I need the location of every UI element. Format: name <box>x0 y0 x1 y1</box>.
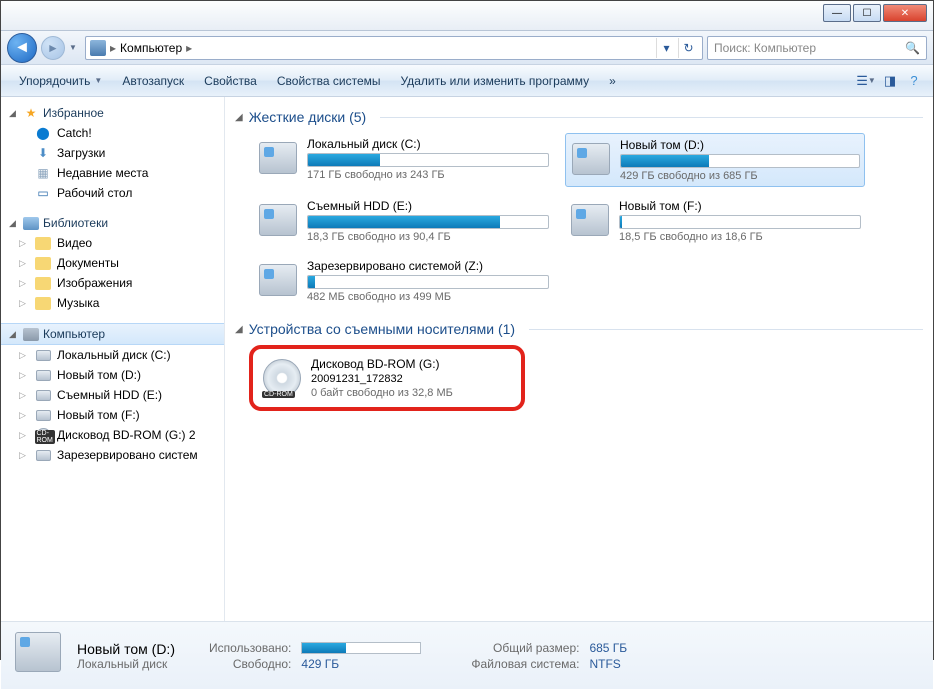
drive-icon <box>15 632 63 680</box>
toolbar-overflow[interactable]: » <box>599 70 626 92</box>
dropdown-icon[interactable]: ▾ <box>656 38 676 58</box>
drive-name: Дисковод BD-ROM (G:) <box>311 357 513 371</box>
libraries-header[interactable]: ◢Библиотеки <box>1 213 224 233</box>
favorites-header[interactable]: ◢★Избранное <box>1 103 224 123</box>
drive-name: Локальный диск (C:) <box>307 137 549 151</box>
hdd-icon <box>569 199 611 241</box>
autoplay-button[interactable]: Автозапуск <box>112 70 194 92</box>
maximize-button[interactable]: ☐ <box>853 4 881 22</box>
breadcrumb-separator: ▸ <box>110 41 116 55</box>
drive-free-space: 18,3 ГБ свободно из 90,4 ГБ <box>307 231 549 243</box>
hdd-icon <box>257 137 299 179</box>
address-bar[interactable]: ▸ Компьютер ▸ ▾ ↻ <box>85 36 703 60</box>
hdd-icon <box>570 138 612 180</box>
hdd-icon <box>257 259 299 301</box>
drive-bdrom[interactable]: Дисковод BD-ROM (G:) 20091231_172832 0 б… <box>257 353 517 403</box>
details-pane: Новый том (D:) Локальный диск Использова… <box>1 621 933 689</box>
drive-free-space: 18,5 ГБ свободно из 18,6 ГБ <box>619 231 861 243</box>
hdd-icon <box>257 199 299 241</box>
minimize-button[interactable]: — <box>823 4 851 22</box>
drive-free-space: 171 ГБ свободно из 243 ГБ <box>307 169 549 181</box>
hdd-section-header[interactable]: ◢Жесткие диски (5) <box>235 109 923 125</box>
drive-name: Зарезервировано системой (Z:) <box>307 259 549 273</box>
drive-item[interactable]: Зарезервировано системой (Z:) 482 МБ сво… <box>253 255 553 307</box>
search-input[interactable]: Поиск: Компьютер 🔍 <box>707 36 927 60</box>
content-pane: ◢Жесткие диски (5) Локальный диск (C:) 1… <box>225 97 933 621</box>
tree-item-catch[interactable]: ⬤Catch! <box>1 123 224 143</box>
back-button[interactable]: ◄ <box>7 33 37 63</box>
breadcrumb-item[interactable]: Компьютер <box>120 41 182 55</box>
properties-button[interactable]: Свойства <box>194 70 267 92</box>
drive-name: Новый том (D:) <box>620 138 860 152</box>
search-icon: 🔍 <box>905 41 920 55</box>
tree-item-drive-g[interactable]: ▷Дисковод BD-ROM (G:) 2 <box>1 425 224 445</box>
capacity-bar <box>619 215 861 229</box>
computer-header[interactable]: ◢Компьютер <box>1 323 224 345</box>
navigation-tree: ◢★Избранное ⬤Catch! ⬇Загрузки ▦Недавние … <box>1 97 225 621</box>
tree-item-drive-e[interactable]: ▷Съемный HDD (E:) <box>1 385 224 405</box>
toolbar: Упорядочить▼ Автозапуск Свойства Свойств… <box>1 65 933 97</box>
fs-value: NTFS <box>589 657 627 671</box>
history-dropdown-icon[interactable]: ▼ <box>69 43 81 52</box>
drive-name: Съемный HDD (E:) <box>307 199 549 213</box>
tree-item-drive-c[interactable]: ▷Локальный диск (C:) <box>1 345 224 365</box>
tree-item-drive-d[interactable]: ▷Новый том (D:) <box>1 365 224 385</box>
drive-item[interactable]: Локальный диск (C:) 171 ГБ свободно из 2… <box>253 133 553 187</box>
capacity-bar <box>620 154 860 168</box>
forward-button[interactable]: ► <box>41 36 65 60</box>
view-mode-button[interactable]: ☰▼ <box>855 70 877 92</box>
tree-item-drive-f[interactable]: ▷Новый том (F:) <box>1 405 224 425</box>
drive-label: 20091231_172832 <box>311 373 513 385</box>
close-button[interactable]: ✕ <box>883 4 927 22</box>
drive-name: Новый том (F:) <box>619 199 861 213</box>
tree-item-recent[interactable]: ▦Недавние места <box>1 163 224 183</box>
capacity-bar <box>307 153 549 167</box>
tree-item-drive-z[interactable]: ▷Зарезервировано систем <box>1 445 224 465</box>
details-type: Локальный диск <box>77 657 175 671</box>
tree-item-music[interactable]: ▷Музыка <box>1 293 224 313</box>
details-title: Новый том (D:) <box>77 641 175 657</box>
drive-item[interactable]: Новый том (F:) 18,5 ГБ свободно из 18,6 … <box>565 195 865 247</box>
tree-item-videos[interactable]: ▷Видео <box>1 233 224 253</box>
total-value: 685 ГБ <box>589 641 627 655</box>
breadcrumb-separator: ▸ <box>186 41 192 55</box>
tree-item-pictures[interactable]: ▷Изображения <box>1 273 224 293</box>
total-label: Общий размер: <box>471 641 579 655</box>
system-properties-button[interactable]: Свойства системы <box>267 70 391 92</box>
uninstall-button[interactable]: Удалить или изменить программу <box>391 70 600 92</box>
tree-item-documents[interactable]: ▷Документы <box>1 253 224 273</box>
help-button[interactable]: ? <box>903 70 925 92</box>
drive-free-space: 0 байт свободно из 32,8 МБ <box>311 387 513 399</box>
free-label: Свободно: <box>209 657 291 671</box>
fs-label: Файловая система: <box>471 657 579 671</box>
drive-item[interactable]: Съемный HDD (E:) 18,3 ГБ свободно из 90,… <box>253 195 553 247</box>
window-titlebar: — ☐ ✕ <box>1 1 933 31</box>
drive-free-space: 482 МБ свободно из 499 МБ <box>307 291 549 303</box>
organize-button[interactable]: Упорядочить▼ <box>9 70 112 92</box>
tree-item-desktop[interactable]: ▭Рабочий стол <box>1 183 224 203</box>
removable-section-header[interactable]: ◢Устройства со съемными носителями (1) <box>235 321 923 337</box>
drive-free-space: 429 ГБ свободно из 685 ГБ <box>620 170 860 182</box>
search-placeholder: Поиск: Компьютер <box>714 41 816 55</box>
capacity-bar <box>307 215 549 229</box>
highlight-annotation: Дисковод BD-ROM (G:) 20091231_172832 0 б… <box>249 345 525 411</box>
used-label: Использовано: <box>209 641 291 655</box>
tree-item-downloads[interactable]: ⬇Загрузки <box>1 143 224 163</box>
nav-bar: ◄ ► ▼ ▸ Компьютер ▸ ▾ ↻ Поиск: Компьютер… <box>1 31 933 65</box>
disc-icon <box>261 357 303 399</box>
capacity-bar <box>307 275 549 289</box>
preview-pane-button[interactable]: ◨ <box>879 70 901 92</box>
free-value: 429 ГБ <box>301 657 421 671</box>
computer-icon <box>90 40 106 56</box>
usage-bar <box>301 642 421 654</box>
drive-item[interactable]: Новый том (D:) 429 ГБ свободно из 685 ГБ <box>565 133 865 187</box>
refresh-icon[interactable]: ↻ <box>678 38 698 58</box>
